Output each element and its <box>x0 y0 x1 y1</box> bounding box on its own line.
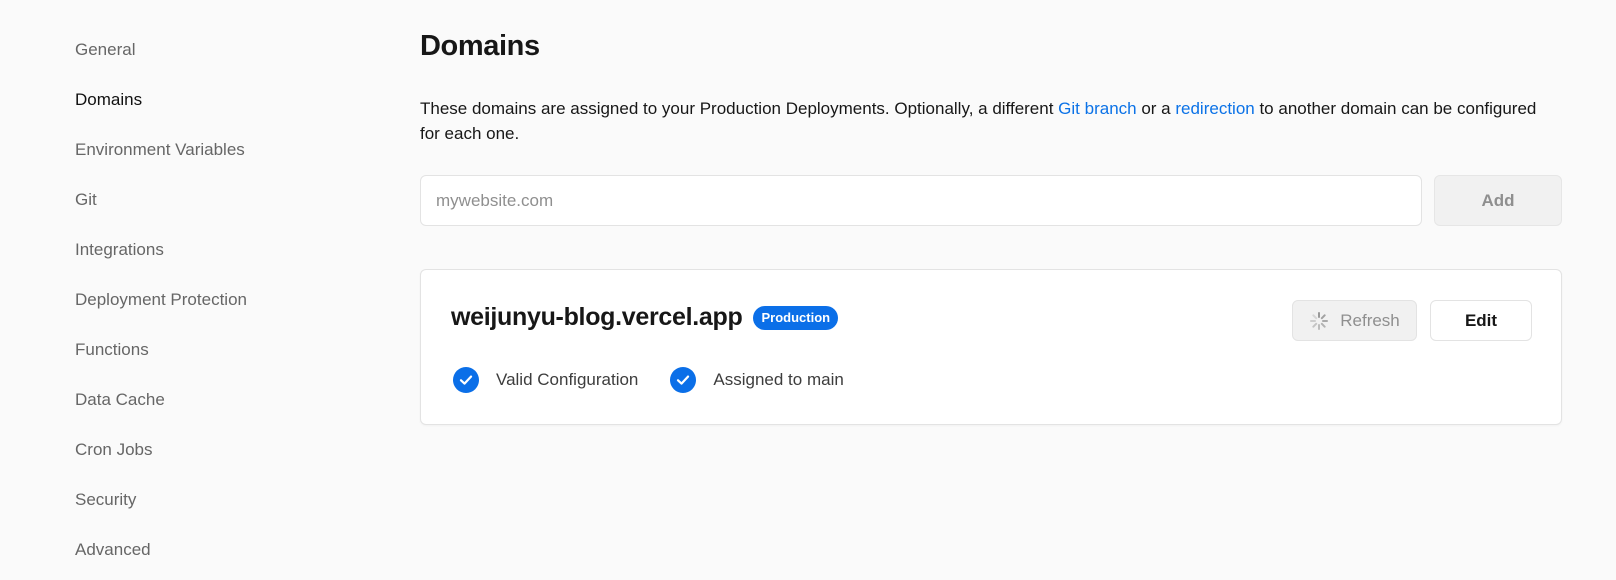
domains-description: These domains are assigned to your Produ… <box>420 96 1545 146</box>
status-label: Assigned to main <box>713 370 844 389</box>
description-text: These domains are assigned to your Produ… <box>420 99 1059 118</box>
check-circle-icon <box>669 366 697 394</box>
add-domain-button[interactable]: Add <box>1434 175 1562 226</box>
status-label: Valid Configuration <box>496 370 639 389</box>
sidebar-item-deployment-protection[interactable]: Deployment Protection <box>75 280 375 330</box>
domain-actions: Refresh Edit <box>1292 300 1532 341</box>
sidebar-item-git[interactable]: Git <box>75 180 375 230</box>
domain-header: weijunyu-blog.vercel.app Production <box>451 303 839 332</box>
redirection-link[interactable]: redirection <box>1175 99 1254 118</box>
sidebar-item-domains[interactable]: Domains <box>75 80 375 130</box>
add-domain-row: Add <box>420 175 1562 226</box>
sidebar-item-environment-variables[interactable]: Environment Variables <box>75 130 375 180</box>
domain-status-row: Valid Configuration Assigned to main <box>452 366 875 394</box>
status-assigned-branch: Assigned to main <box>669 366 844 394</box>
sidebar-item-cron-jobs[interactable]: Cron Jobs <box>75 430 375 480</box>
domain-input[interactable] <box>420 175 1422 226</box>
refresh-label: Refresh <box>1340 310 1400 330</box>
description-text: or a <box>1136 99 1176 118</box>
page-title: Domains <box>420 30 540 62</box>
status-valid-configuration: Valid Configuration <box>452 366 638 394</box>
edit-button[interactable]: Edit <box>1430 300 1532 341</box>
check-circle-icon <box>452 366 480 394</box>
sidebar-item-advanced[interactable]: Advanced <box>75 530 375 580</box>
sidebar-item-data-cache[interactable]: Data Cache <box>75 380 375 430</box>
git-branch-link[interactable]: Git branch <box>1058 99 1136 118</box>
loading-spinner-icon <box>1309 311 1329 331</box>
sidebar-item-security[interactable]: Security <box>75 480 375 530</box>
sidebar-item-integrations[interactable]: Integrations <box>75 230 375 280</box>
sidebar-item-general[interactable]: General <box>75 30 375 80</box>
domain-name: weijunyu-blog.vercel.app <box>451 303 743 331</box>
settings-page: General Domains Environment Variables Gi… <box>0 0 1616 580</box>
settings-sidebar: General Domains Environment Variables Gi… <box>75 30 375 580</box>
environment-badge: Production <box>753 305 839 330</box>
domains-section: Domains These domains are assigned to yo… <box>420 24 1562 425</box>
refresh-button[interactable]: Refresh <box>1292 300 1417 341</box>
sidebar-item-functions[interactable]: Functions <box>75 330 375 380</box>
domain-card: weijunyu-blog.vercel.app Production Refr… <box>420 269 1562 425</box>
